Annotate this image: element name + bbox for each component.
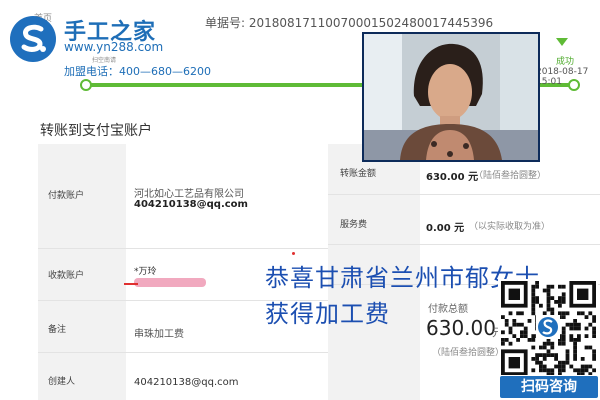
scan-consult-button[interactable]: 扫码咨询 — [500, 376, 598, 398]
amount-in-words: （陆佰叁拾圆整） — [474, 171, 547, 181]
amount-label: 转账金额 — [340, 169, 377, 179]
creator-label: 创建人 — [48, 377, 76, 387]
red-underline-mark — [124, 283, 138, 285]
order-number: 单据号: 20180817110070001502480017445396 — [205, 16, 494, 30]
amount-value: 630.00 元 — [426, 172, 479, 183]
row-divider — [38, 352, 328, 353]
payee-label: 收款账户 — [48, 271, 85, 281]
progress-arrow-icon — [556, 38, 568, 46]
hotline-text: 加盟电话：400—680—6200 — [64, 65, 211, 78]
red-dot-mark — [292, 252, 295, 255]
payer-email: 404210138@qq.com — [134, 199, 248, 210]
fee-note: （以实际收取为准） — [469, 222, 551, 232]
total-in-words: （陆佰叁拾圆整） — [432, 348, 505, 358]
payee-name: *万玲 — [134, 267, 157, 277]
row-divider — [328, 194, 600, 195]
payer-company: 河北如心工艺品有限公司 — [134, 189, 244, 200]
creator-value: 404210138@qq.com — [134, 377, 239, 388]
section-title: 转账到支付宝账户 — [40, 123, 152, 139]
remark-value: 串珠加工费 — [134, 329, 184, 340]
qr-code-graphic — [501, 281, 596, 375]
logo-s-icon — [10, 16, 56, 62]
row-divider — [328, 244, 600, 245]
remark-label: 备注 — [48, 325, 67, 335]
brand-url[interactable]: www.yn288.com — [64, 40, 163, 54]
person-photo — [364, 34, 538, 160]
progress-start-node — [80, 79, 92, 91]
fee-label: 服务费 — [340, 220, 368, 230]
status-success: 成功 — [556, 57, 575, 67]
video-inset — [362, 32, 540, 162]
payee-account-redacted — [134, 278, 206, 287]
status-timestamp: 2018-08-17 15:01 — [536, 67, 589, 87]
payer-label: 付款账户 — [48, 191, 85, 201]
row-divider — [38, 248, 328, 249]
fee-value: 0.00 元 — [426, 223, 465, 234]
